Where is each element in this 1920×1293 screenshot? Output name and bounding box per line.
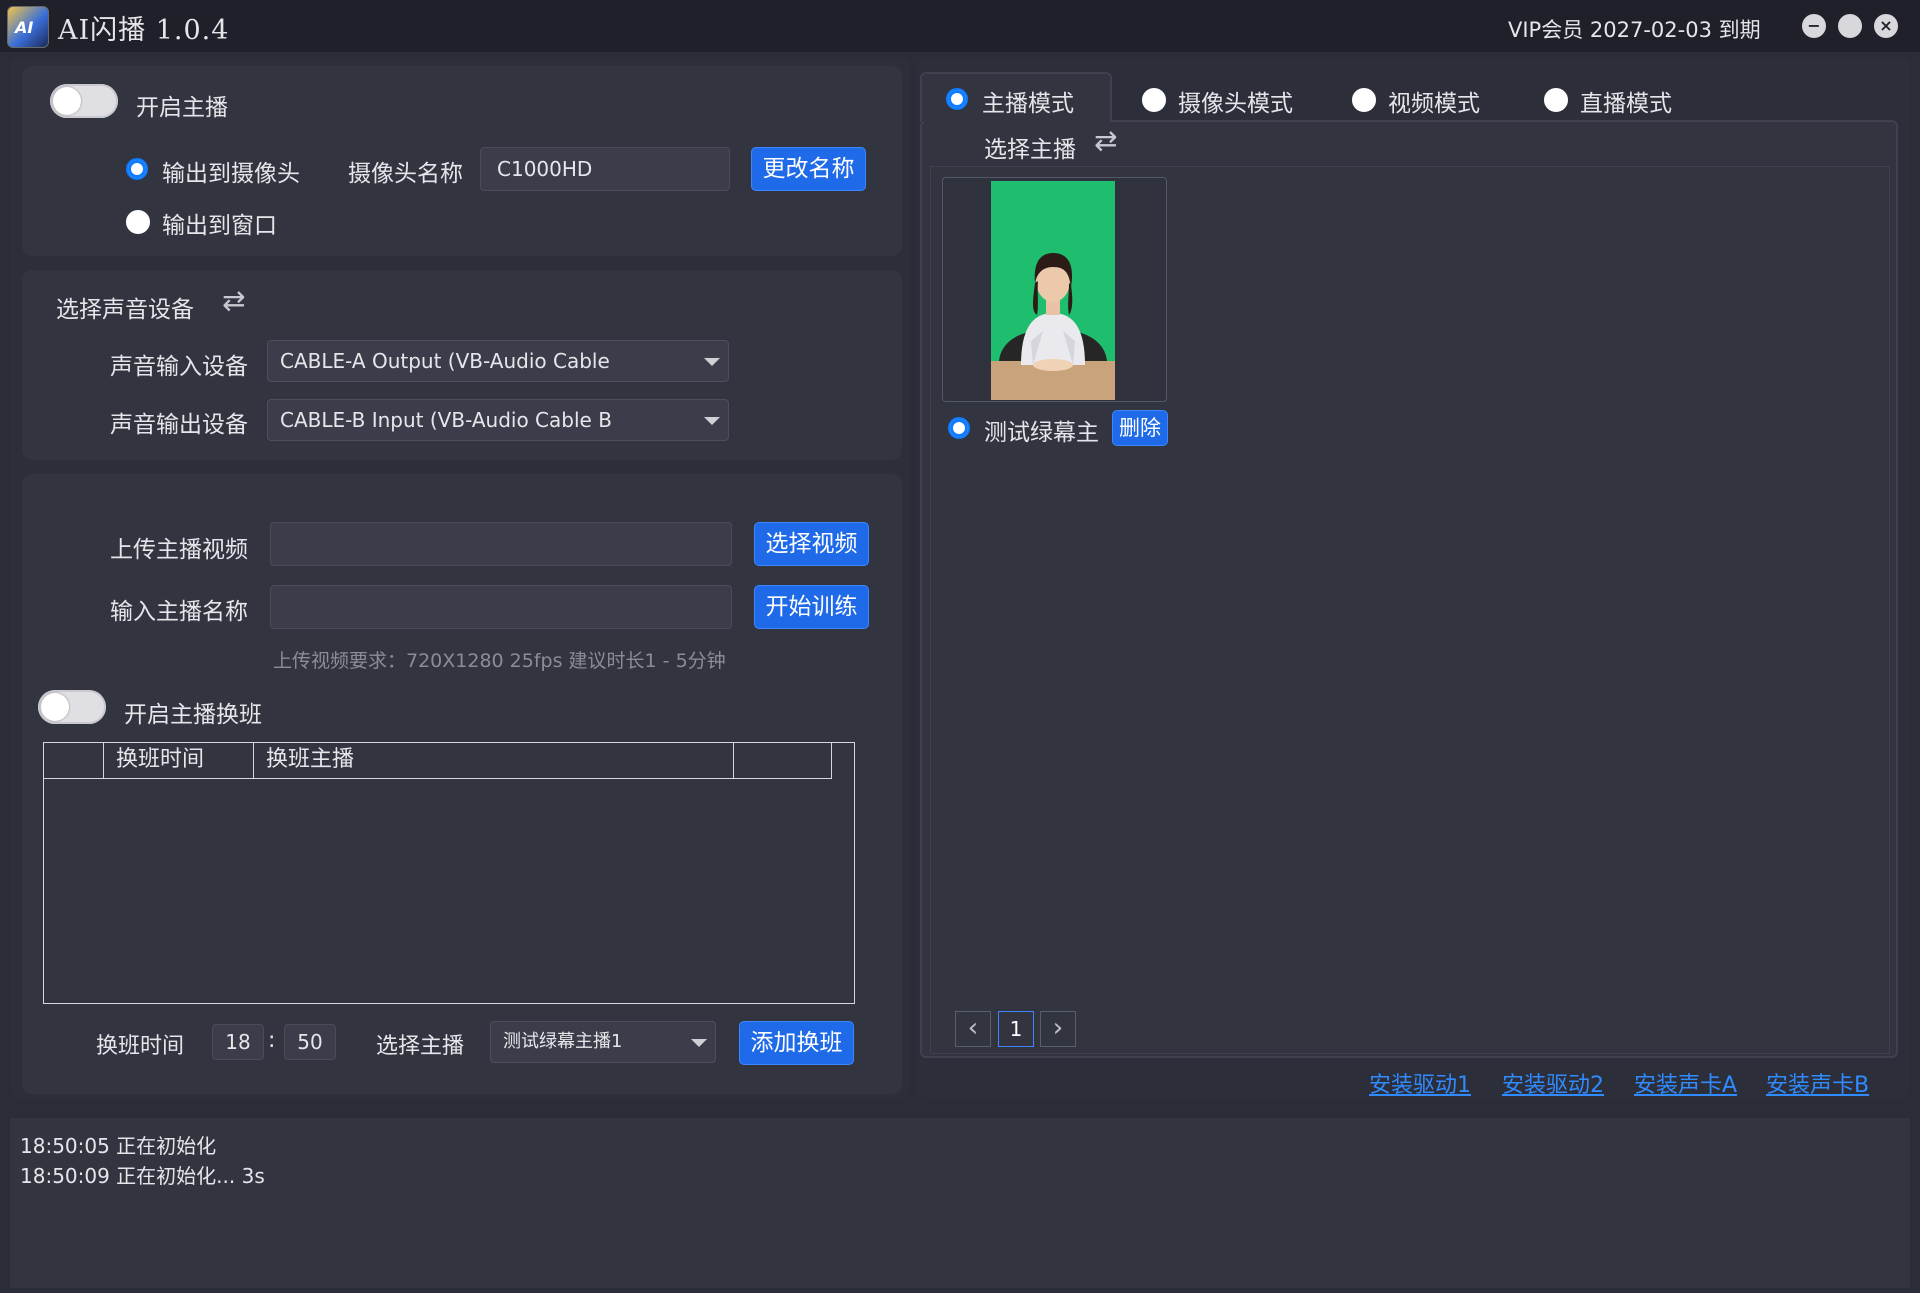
tab-live-mode-label: 直播模式 [1580, 91, 1672, 117]
table-header-cell [44, 743, 104, 778]
app-logo-icon: AI [7, 6, 49, 48]
audio-input-select[interactable]: CABLE-A Output (VB-Audio Cable [267, 340, 729, 382]
shift-host-value: 测试绿幕主播1 [503, 1031, 623, 1052]
vip-status: VIP会员 2027-02-03 到期 [1508, 18, 1761, 42]
tab-video-mode-label: 视频模式 [1388, 91, 1480, 117]
shift-toggle[interactable] [38, 690, 106, 724]
enable-stream-toggle[interactable] [50, 84, 118, 118]
select-host-label: 选择主播 [376, 1034, 465, 1059]
shift-table: 换班时间 换班主播 [43, 742, 855, 1004]
table-header-shift-host: 换班主播 [254, 743, 734, 778]
shift-hour-input[interactable]: 18 [212, 1024, 264, 1060]
page-prev-button[interactable]: ‹ [955, 1011, 991, 1047]
camera-name-input[interactable]: C1000HD [480, 147, 730, 191]
audio-refresh-icon[interactable]: ⇄ [222, 284, 245, 317]
tab-host-mode-label: 主播模式 [982, 91, 1074, 117]
page-current-button[interactable]: 1 [998, 1011, 1034, 1047]
maximize-button[interactable] [1838, 14, 1862, 38]
minimize-button[interactable]: − [1802, 14, 1826, 38]
tab-live-mode-radio[interactable] [1544, 88, 1568, 112]
shift-table-header: 换班时间 换班主播 [44, 743, 832, 779]
add-shift-button[interactable]: 添加换班 [739, 1021, 854, 1065]
host-panel-title: 选择主播 [984, 137, 1076, 163]
audio-output-select[interactable]: CABLE-B Input (VB-Audio Cable B [267, 399, 729, 441]
audio-output-value: CABLE-B Input (VB-Audio Cable B [280, 408, 612, 432]
host-name-label: 输入主播名称 [110, 599, 248, 625]
install-driver-1-link[interactable]: 安装驱动1 [1369, 1067, 1471, 1099]
chevron-down-icon [691, 1039, 707, 1047]
log-line: 18:50:09 正在初始化... 3s [20, 1164, 265, 1188]
table-header-cell [734, 743, 830, 778]
shift-toggle-label: 开启主播换班 [124, 702, 262, 728]
time-separator: : [268, 1028, 276, 1053]
upload-video-label: 上传主播视频 [110, 537, 248, 563]
tab-camera-mode-label: 摄像头模式 [1178, 91, 1293, 117]
host-name-label: 测试绿幕主 [984, 420, 1099, 446]
output-camera-radio[interactable] [126, 158, 148, 180]
host-thumbnail [991, 181, 1115, 400]
minimize-icon: − [1807, 16, 1821, 35]
camera-name-label: 摄像头名称 [348, 161, 463, 187]
start-training-button[interactable]: 开始训练 [754, 585, 869, 629]
audio-input-label: 声音输入设备 [110, 354, 248, 380]
install-driver-2-link[interactable]: 安装驱动2 [1502, 1067, 1604, 1099]
output-camera-label: 输出到摄像头 [162, 161, 300, 187]
close-icon: × [1879, 16, 1893, 35]
shift-minute-input[interactable]: 50 [284, 1024, 336, 1060]
install-soundcard-b-link[interactable]: 安装声卡B [1766, 1067, 1869, 1099]
window-title: AI闪播 1.0.4 [58, 15, 230, 46]
tab-host-mode-radio[interactable] [946, 88, 968, 110]
tab-video-mode-radio[interactable] [1352, 88, 1376, 112]
audio-panel-title: 选择声音设备 [56, 297, 194, 323]
audio-input-value: CABLE-A Output (VB-Audio Cable [280, 349, 610, 373]
table-header-shift-time: 换班时间 [104, 743, 254, 778]
host-select-radio[interactable] [948, 417, 970, 439]
chevron-down-icon [704, 417, 720, 425]
host-avatar-image [991, 253, 1115, 400]
upload-hint: 上传视频要求：720X1280 25fps 建议时长1 - 5分钟 [273, 650, 726, 672]
host-card[interactable] [942, 177, 1167, 402]
audio-output-label: 声音输出设备 [110, 412, 248, 438]
log-line: 18:50:05 正在初始化 [20, 1134, 217, 1158]
rename-button[interactable]: 更改名称 [751, 147, 866, 191]
enable-stream-label: 开启主播 [136, 95, 228, 121]
host-name-input[interactable] [270, 585, 732, 629]
shift-host-select[interactable]: 测试绿幕主播1 [490, 1021, 716, 1063]
title-bar: AI AI闪播 1.0.4 VIP会员 2027-02-03 到期 − × [0, 0, 1920, 52]
upload-video-input[interactable] [270, 522, 732, 566]
app-logo-text: AI [15, 18, 34, 37]
output-window-label: 输出到窗口 [162, 213, 277, 239]
chevron-down-icon [704, 358, 720, 366]
close-button[interactable]: × [1874, 14, 1898, 38]
output-window-radio[interactable] [126, 210, 150, 234]
delete-host-button[interactable]: 删除 [1112, 410, 1168, 446]
shift-time-label: 换班时间 [96, 1034, 185, 1059]
tab-camera-mode-radio[interactable] [1142, 88, 1166, 112]
page-next-button[interactable]: › [1040, 1011, 1076, 1047]
host-refresh-icon[interactable]: ⇄ [1094, 124, 1117, 157]
log-panel: 18:50:05 正在初始化 18:50:09 正在初始化... 3s [10, 1118, 1910, 1288]
install-soundcard-a-link[interactable]: 安装声卡A [1634, 1067, 1737, 1099]
select-video-button[interactable]: 选择视频 [754, 522, 869, 566]
